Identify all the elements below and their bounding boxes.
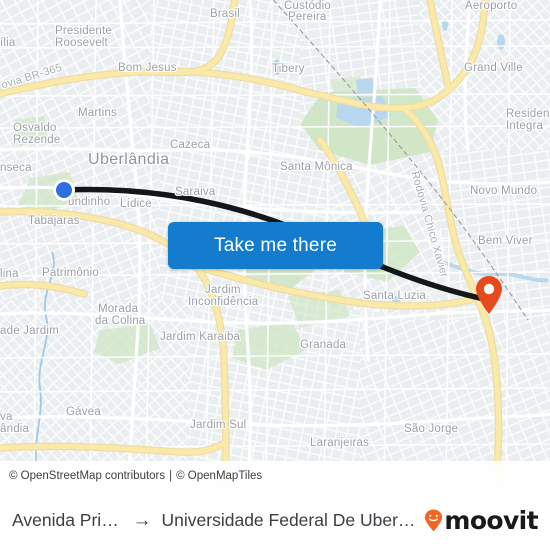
arrow-right-icon: → [132,510,152,531]
moovit-pin-icon [424,509,443,532]
map-attribution: © OpenStreetMap contributors | © OpenMap… [0,461,550,490]
take-me-there-button[interactable]: Take me there [168,222,383,269]
take-me-there-label: Take me there [214,234,337,256]
map-canvas[interactable]: Brasil Custódio Pereira Aeroporto Presidente… [0,0,550,490]
footer-route-summary[interactable]: Avenida Princ... → Universidade Federal … [12,510,418,531]
moovit-route-screen: Brasil Custódio Pereira Aeroporto Presidente… [0,0,550,550]
footer-destination-label: Universidade Federal De Uberlând... [161,510,419,530]
destination-pin[interactable] [474,275,504,315]
osm-attribution-link[interactable]: © OpenStreetMap contributors [9,470,165,482]
moovit-logo[interactable]: moovit [424,506,539,535]
moovit-wordmark: moovit [444,506,538,535]
origin-dot[interactable] [53,179,75,201]
footer-origin-label: Avenida Princ... [12,510,123,530]
openmaptiles-attribution-link[interactable]: © OpenMapTiles [176,470,262,482]
attribution-separator: | [169,469,173,482]
route-footer-bar: Avenida Princ... → Universidade Federal … [0,490,550,550]
